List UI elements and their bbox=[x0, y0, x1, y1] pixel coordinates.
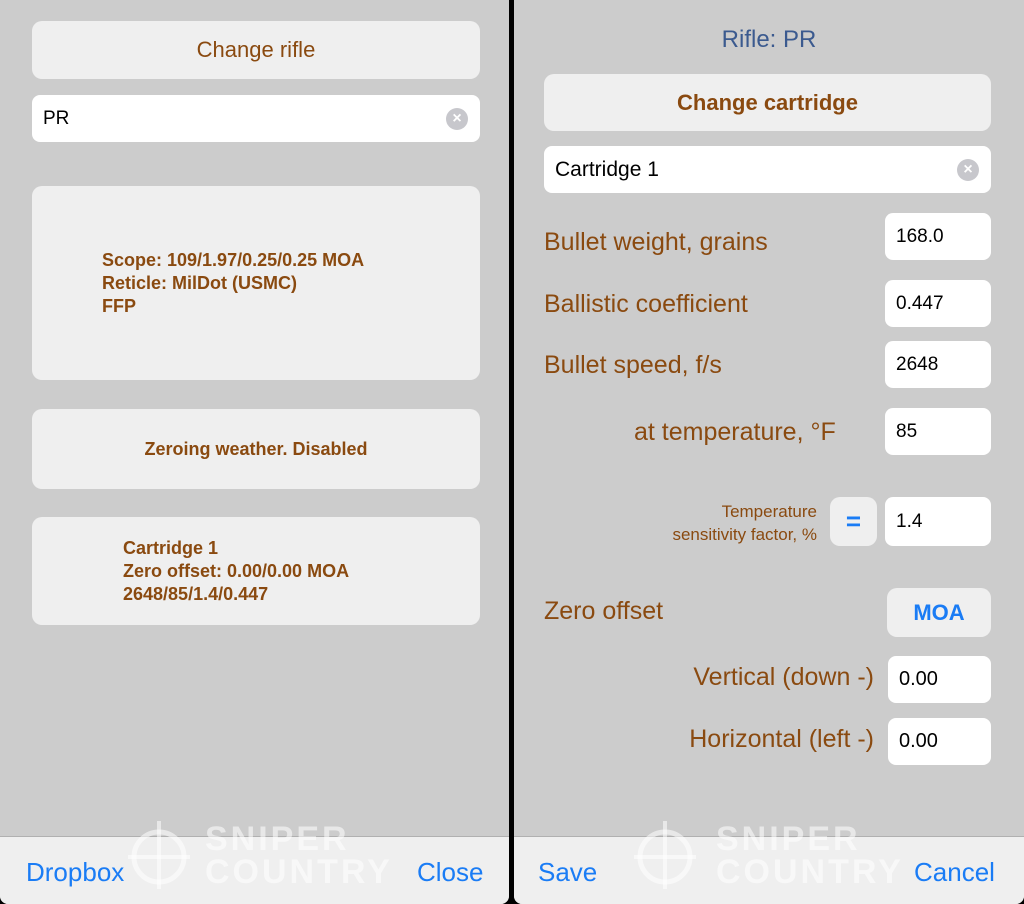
cartridge-button[interactable]: Cartridge 1 Zero offset: 0.00/0.00 MOA 2… bbox=[32, 517, 480, 625]
cancel-button[interactable]: Cancel bbox=[914, 857, 995, 888]
scope-line: Scope: 109/1.97/0.25/0.25 MOA bbox=[102, 249, 365, 270]
temperature-label: at temperature, °F bbox=[634, 418, 836, 446]
bottom-toolbar: SNIPER COUNTRY Save Cancel bbox=[514, 821, 1024, 904]
page-title: Rifle: PR bbox=[721, 26, 817, 53]
rifle-panel: Change rifle PR × Scope: 109/1.97/0.25/0.… bbox=[0, 0, 509, 904]
equals-button[interactable]: = bbox=[830, 497, 877, 546]
cartridge-name-value: Cartridge 1 bbox=[555, 157, 659, 181]
unit-toggle-button[interactable]: MOA bbox=[887, 588, 991, 637]
cartridge-name-input[interactable]: Cartridge 1 × bbox=[544, 146, 991, 193]
bullet-speed-label: Bullet speed, f/s bbox=[544, 351, 722, 379]
scope-button[interactable]: Scope: 109/1.97/0.25/0.25 MOA Reticle: M… bbox=[32, 186, 480, 380]
cartridge-line: Cartridge 1 bbox=[123, 537, 219, 558]
temperature-input[interactable]: 85 bbox=[885, 408, 991, 455]
change-cartridge-button[interactable]: Change cartridge bbox=[544, 74, 991, 131]
focal-plane-line: FFP bbox=[102, 295, 136, 316]
clear-icon[interactable]: × bbox=[957, 158, 979, 181]
vertical-offset-input[interactable]: 0.00 bbox=[888, 656, 991, 703]
horizontal-offset-input[interactable]: 0.00 bbox=[888, 718, 991, 765]
watermark-text: SNIPER COUNTRY bbox=[716, 820, 904, 891]
cartridge-panel: Rifle: PR Change cartridge Cartridge 1 × … bbox=[514, 0, 1024, 904]
ballistics-line: 2648/85/1.4/0.447 bbox=[123, 583, 269, 604]
cartridge-info: Cartridge 1 Zero offset: 0.00/0.00 MOA 2… bbox=[123, 537, 349, 606]
zero-offset-label: Zero offset bbox=[544, 597, 664, 625]
temperature-sensitivity-input[interactable]: 1.4 bbox=[885, 497, 991, 546]
clear-icon[interactable]: × bbox=[446, 107, 468, 130]
vertical-offset-label: Vertical (down -) bbox=[693, 663, 874, 691]
scope-info: Scope: 109/1.97/0.25/0.25 MOA Reticle: M… bbox=[102, 249, 364, 318]
rifle-name-input[interactable]: PR × bbox=[32, 95, 480, 142]
ballistic-coefficient-label: Ballistic coefficient bbox=[544, 290, 748, 318]
close-button[interactable]: Close bbox=[417, 857, 483, 888]
zero-offset-line: Zero offset: 0.00/0.00 MOA bbox=[123, 560, 350, 581]
bullet-speed-input[interactable]: 2648 bbox=[885, 341, 991, 388]
bullet-weight-label: Bullet weight, grains bbox=[544, 228, 768, 256]
watermark-text: SNIPER COUNTRY bbox=[205, 820, 393, 891]
bottom-toolbar: SNIPER COUNTRY Dropbox Close bbox=[0, 821, 509, 904]
horizontal-offset-label: Horizontal (left -) bbox=[689, 725, 874, 753]
rifle-name-value: PR bbox=[43, 107, 70, 129]
reticle-line: Reticle: MilDot (USMC) bbox=[102, 272, 297, 293]
temperature-sensitivity-label: Temperature sensitivity factor, % bbox=[672, 502, 817, 544]
ballistic-coefficient-input[interactable]: 0.447 bbox=[885, 280, 991, 327]
watermark-crosshair-icon bbox=[128, 821, 190, 889]
change-rifle-button[interactable]: Change rifle bbox=[32, 21, 480, 79]
bullet-weight-input[interactable]: 168.0 bbox=[885, 213, 991, 260]
watermark-crosshair-icon bbox=[634, 821, 696, 889]
save-button[interactable]: Save bbox=[538, 857, 597, 888]
zeroing-weather-button[interactable]: Zeroing weather. Disabled bbox=[32, 409, 480, 489]
dropbox-button[interactable]: Dropbox bbox=[26, 857, 124, 888]
